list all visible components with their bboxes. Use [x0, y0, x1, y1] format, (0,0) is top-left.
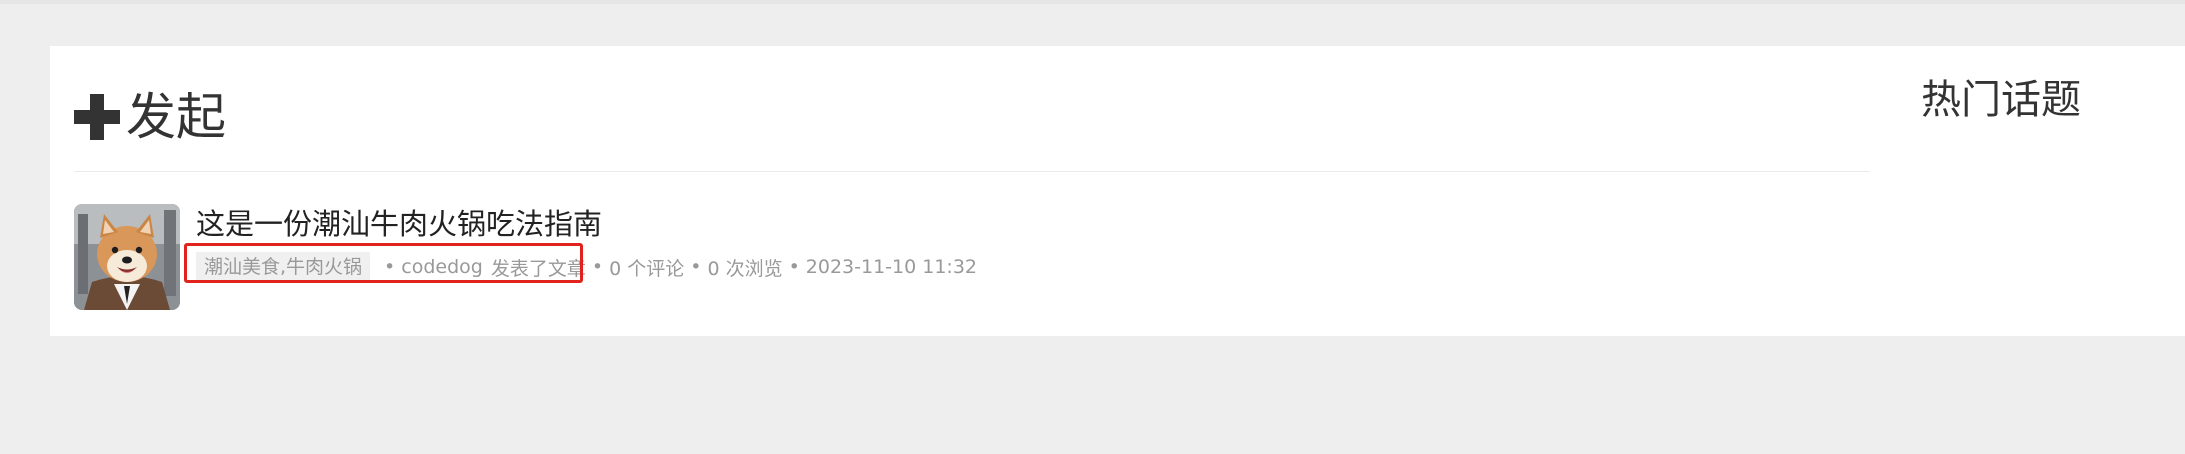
- publish-label: 发起: [126, 88, 226, 146]
- view-count: 0 次浏览: [707, 257, 783, 280]
- comment-count: 0 个评论: [609, 257, 685, 280]
- hot-topics-title: 热门话题: [1921, 77, 2081, 123]
- shiba-dog-avatar-icon: [74, 204, 180, 310]
- meta-separator: •: [591, 256, 604, 278]
- avatar[interactable]: [74, 204, 180, 310]
- meta-separator: •: [690, 256, 702, 278]
- meta-separator: •: [788, 256, 800, 278]
- article-title-link[interactable]: 这是一份潮汕牛肉火锅吃法指南: [196, 204, 602, 244]
- publish-button[interactable]: 发起: [74, 82, 226, 152]
- meta-separator: •: [384, 256, 396, 278]
- author-action: 发表了文章: [490, 257, 586, 280]
- author-link[interactable]: codedog: [401, 256, 483, 278]
- top-bar: [0, 0, 2185, 4]
- article-meta: 潮汕美食,牛肉火锅 • codedog 发表了文章 • 0 个评论 • 0 次浏…: [196, 250, 977, 284]
- list-item: 这是一份潮汕牛肉火锅吃法指南 潮汕美食,牛肉火锅 • codedog 发表了文章…: [74, 204, 1870, 314]
- plus-icon: [74, 94, 120, 140]
- divider: [74, 171, 1870, 172]
- topic-tag[interactable]: 潮汕美食,牛肉火锅: [196, 252, 371, 282]
- post-datetime: 2023-11-10 11:32: [805, 256, 978, 278]
- main-panel: 发起 这是一份潮汕牛肉火锅吃法指南 潮汕美食,牛肉火锅 • codedog 发表…: [50, 46, 2185, 336]
